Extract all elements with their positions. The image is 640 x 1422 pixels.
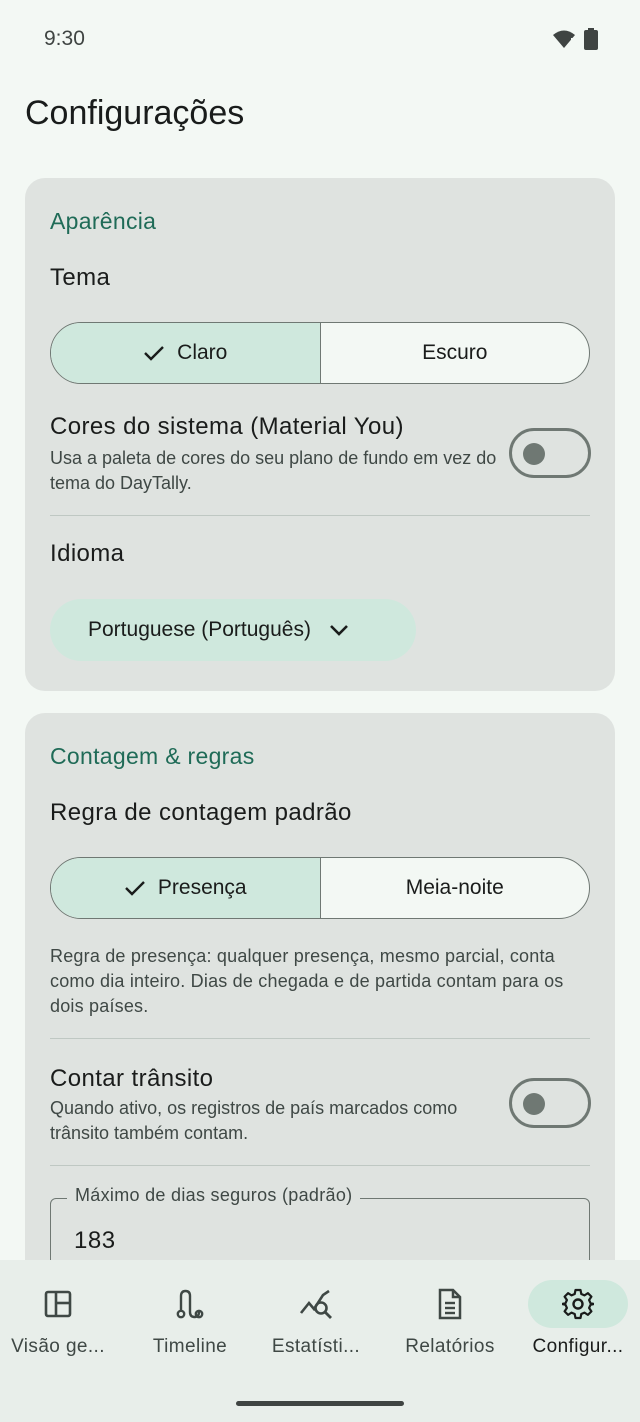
bottom-nav: Visão ge... Timeline Estatísti... Relató… — [0, 1260, 640, 1422]
appearance-card: Aparência Tema Claro Escuro Cores do sis… — [25, 178, 615, 691]
status-bar: 9:30 — [0, 0, 640, 80]
system-colors-switch[interactable] — [509, 428, 591, 478]
battery-icon — [584, 28, 598, 50]
rule-help-text: Regra de presença: qualquer presença, me… — [50, 946, 564, 1016]
nav-label-reports: Relatórios — [405, 1336, 495, 1357]
nav-item-settings[interactable]: Configur... — [514, 1278, 640, 1368]
nav-icon-wrap — [8, 1280, 108, 1328]
nav-icon-wrap — [400, 1280, 500, 1328]
switch-knob — [523, 443, 545, 465]
nav-icon-wrap — [140, 1280, 240, 1328]
gear-icon — [562, 1288, 594, 1320]
rule-segmented-control: Presença Meia-noite — [50, 857, 590, 919]
nav-item-overview[interactable]: Visão ge... — [0, 1278, 122, 1368]
rule-option-presence-label: Presença — [157, 876, 247, 899]
stats-icon — [299, 1289, 332, 1319]
appearance-section-title: Aparência — [50, 208, 157, 234]
theme-segmented-control: Claro Escuro — [50, 322, 590, 384]
divider — [50, 1165, 590, 1166]
divider — [50, 515, 590, 516]
page-title: Configurações — [25, 94, 245, 132]
theme-option-light[interactable]: Claro — [51, 323, 321, 383]
rule-option-presence[interactable]: Presença — [51, 858, 321, 918]
nav-item-stats[interactable]: Estatísti... — [252, 1278, 380, 1368]
nav-label-stats: Estatísti... — [271, 1336, 361, 1357]
rule-option-midnight[interactable]: Meia-noite — [321, 858, 590, 918]
system-colors-title: Cores do sistema (Material You) — [50, 413, 404, 440]
wifi-alert-icon — [553, 30, 575, 48]
max-days-label: Máximo de dias seguros (padrão) — [67, 1185, 361, 1206]
check-icon — [144, 346, 165, 361]
transit-title: Contar trânsito — [50, 1065, 214, 1092]
rule-option-midnight-label: Meia-noite — [405, 876, 504, 899]
theme-label: Tema — [50, 264, 111, 291]
transit-switch[interactable] — [509, 1078, 591, 1128]
dashboard-icon — [44, 1290, 72, 1318]
language-label: Idioma — [50, 540, 125, 567]
language-value: Portuguese (Português) — [88, 618, 311, 641]
rule-label: Regra de contagem padrão — [50, 799, 352, 826]
switch-knob — [523, 1093, 545, 1115]
nav-icon-wrap — [266, 1280, 366, 1328]
timeline-icon — [176, 1289, 204, 1319]
report-icon — [438, 1288, 462, 1320]
nav-label-settings: Configur... — [532, 1336, 624, 1357]
counting-card: Contagem & regras Regra de contagem padr… — [25, 713, 615, 1338]
nav-label-overview: Visão ge... — [11, 1336, 105, 1357]
chevron-down-icon — [330, 625, 348, 636]
theme-option-light-label: Claro — [177, 341, 228, 364]
status-icons — [552, 28, 598, 50]
nav-item-reports[interactable]: Relatórios — [386, 1278, 514, 1368]
language-dropdown[interactable]: Portuguese (Português) — [50, 599, 416, 661]
nav-icon-wrap — [528, 1280, 628, 1328]
home-indicator[interactable] — [236, 1401, 404, 1406]
transit-desc: Quando ativo, os registros de país marca… — [50, 1098, 458, 1143]
divider — [50, 1038, 590, 1039]
nav-item-timeline[interactable]: Timeline — [126, 1278, 254, 1368]
theme-option-dark[interactable]: Escuro — [321, 323, 590, 383]
theme-option-dark-label: Escuro — [422, 341, 488, 364]
system-colors-desc: Usa a paleta de cores do seu plano de fu… — [50, 448, 497, 493]
max-days-value: 183 — [74, 1227, 116, 1254]
status-time: 9:30 — [44, 27, 85, 50]
nav-label-timeline: Timeline — [152, 1336, 228, 1357]
check-icon — [125, 881, 145, 896]
counting-section-title: Contagem & regras — [50, 743, 255, 769]
